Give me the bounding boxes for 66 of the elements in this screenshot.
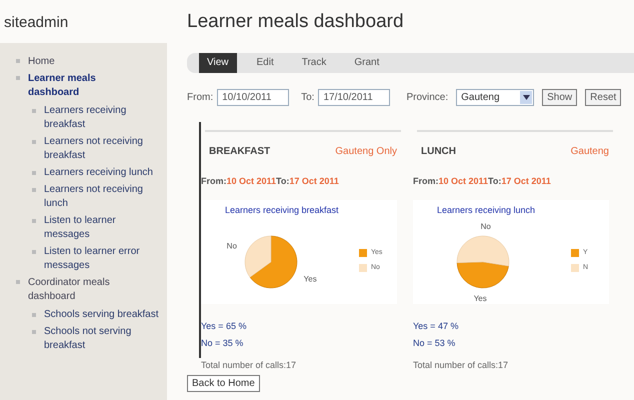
sidebar-item[interactable]: Listen to learner messages [44, 214, 159, 242]
sidebar-item[interactable]: Learners not receiving lunch [44, 182, 159, 210]
sidebar-item[interactable]: Schools serving breakfast [44, 308, 159, 322]
chart-title: Learners receiving breakfast [225, 204, 340, 217]
tab[interactable]: Edit [248, 52, 282, 72]
total-calls: Total number of calls:17 [201, 358, 298, 372]
from-date: 10 Oct 2011 [226, 174, 276, 188]
bullet-icon [32, 188, 36, 192]
from-label: From: [413, 174, 438, 188]
region-label: Gauteng Only [335, 144, 397, 158]
sidebar-item[interactable]: Learners receiving breakfast [44, 104, 159, 132]
tab[interactable]: View [199, 52, 236, 72]
bullet-icon [32, 312, 36, 316]
dropdown-icon [520, 90, 532, 104]
bullet-icon [16, 280, 20, 284]
to-date-field[interactable]: 17/10/2011 [318, 88, 390, 106]
reset-button[interactable]: Reset [585, 88, 622, 106]
legend-swatch [571, 264, 579, 272]
to-label: To: [276, 174, 290, 188]
region-label: Gauteng [570, 144, 609, 158]
panel-heading: BREAKFAST [209, 144, 270, 158]
yes-percent: Yes = 65 % [201, 320, 248, 332]
page-title: Learner meals dashboard [187, 10, 405, 34]
bullet-icon [32, 108, 36, 112]
bullet-icon [32, 250, 36, 254]
bullet-icon [32, 170, 36, 174]
back-button[interactable]: Back to Home [187, 374, 260, 392]
to-label: To: [488, 174, 502, 188]
slice-label: No [480, 222, 491, 231]
legend-swatch [359, 264, 367, 272]
sidebar-item[interactable]: Coordinator meals dashboard [28, 276, 128, 304]
legend-swatch [571, 249, 579, 258]
from-date-field[interactable]: 10/10/2011 [217, 88, 290, 106]
tab[interactable]: Grant [346, 52, 388, 72]
show-button[interactable]: Show [542, 88, 578, 106]
bullet-icon [32, 330, 36, 334]
sidebar-item[interactable]: Schools not serving breakfast [44, 324, 159, 352]
no-percent: No = 53 % [413, 337, 456, 350]
bullet-icon [32, 140, 36, 144]
bullet-icon [32, 218, 36, 222]
to-date: 17 Oct 2011 [289, 174, 339, 188]
tab[interactable]: Track [294, 52, 334, 72]
province-select[interactable]: Gauteng [456, 88, 534, 106]
bullet-icon [16, 58, 20, 62]
from-date: 10 Oct 2011 [438, 174, 488, 188]
province-label: Province: [406, 90, 448, 104]
panel-heading: LUNCH [421, 144, 456, 158]
sidebar-item[interactable]: Listen to learner error messages [44, 244, 159, 272]
sidebar-item[interactable]: Home [28, 54, 128, 68]
yes-percent: Yes = 47 % [413, 320, 460, 332]
from-label: From: [201, 174, 226, 188]
sidebar-item[interactable]: Learners not receiving breakfast [44, 134, 159, 162]
sidebar-item[interactable]: Learners receiving lunch [44, 166, 153, 180]
legend-swatch [359, 249, 367, 258]
to-label: To: [301, 90, 314, 104]
slice-label: No [226, 241, 237, 250]
site-name[interactable]: siteadmin [0, 0, 167, 42]
from-label: From: [187, 90, 214, 104]
to-date: 17 Oct 2011 [501, 174, 551, 188]
slice-label: Yes [474, 293, 487, 302]
bullet-icon [16, 76, 20, 80]
no-percent: No = 35 % [201, 337, 244, 350]
chart-title: Learners receiving lunch [437, 204, 536, 217]
total-calls: Total number of calls:17 [413, 358, 510, 372]
slice-label: Yes [304, 274, 317, 283]
sidebar-item[interactable]: Learner meals dashboard [28, 72, 128, 100]
